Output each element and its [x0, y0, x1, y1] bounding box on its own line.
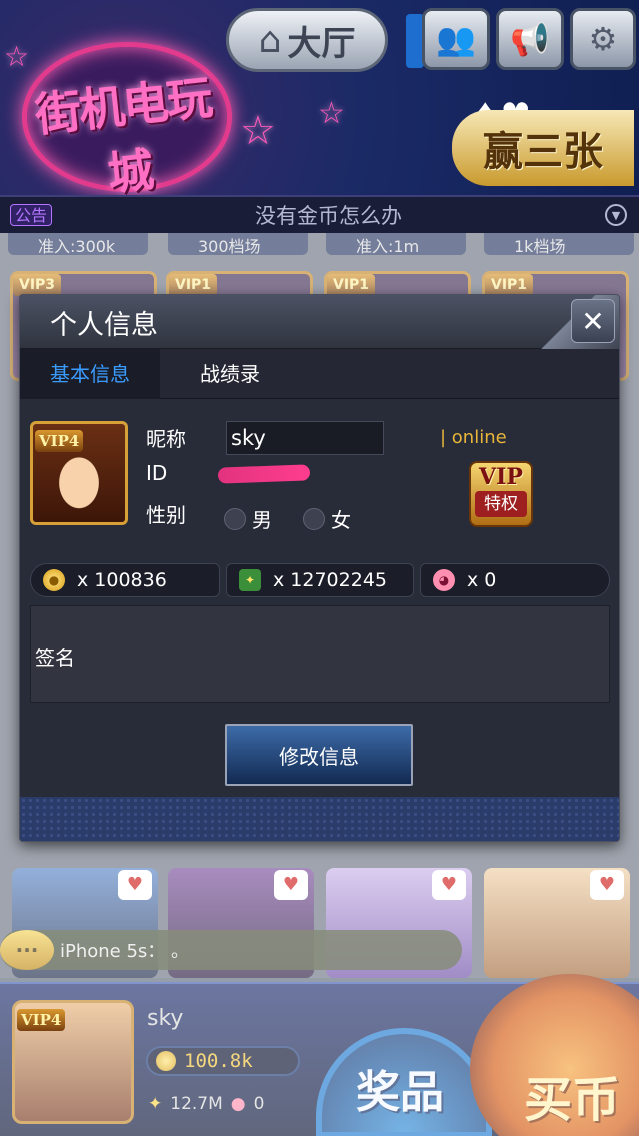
megaphone-icon: 📢	[510, 20, 550, 58]
gender-female-radio[interactable]: 女	[303, 504, 351, 533]
radio-dot	[303, 507, 325, 530]
star-icon: ☆	[318, 96, 345, 131]
piggy-balance: ◕ x 0	[420, 563, 610, 597]
gold-coin-icon: ●	[43, 569, 65, 591]
profile-dialog: 个人信息 ✕ 基本信息 战绩录 VIP4 昵称 sky ID 性别 男 女 | …	[19, 294, 620, 842]
dialog-title: 个人信息	[50, 310, 158, 341]
piggy-balance-value: x 0	[467, 569, 497, 591]
edit-info-label: 修改信息	[279, 744, 359, 769]
notice-tag: 公告	[10, 204, 53, 226]
profile-info: VIP4 昵称 sky ID 性别 男 女 | online VIP 特权	[20, 399, 619, 549]
ticket-balance: ✦ x 12702245	[226, 563, 414, 597]
notice-text: 没有金币怎么办	[255, 204, 402, 228]
lobby-button-label: 大厅	[287, 23, 356, 64]
game-mode-label: 赢三张	[483, 129, 603, 175]
vip-level-badge: VIP4	[17, 1009, 66, 1031]
ticket-icon: ✦	[239, 569, 261, 591]
vip-badge-title: VIP	[479, 464, 523, 490]
gender-male-radio[interactable]: 男	[224, 504, 272, 533]
game-logo-text: 街机电玩城	[32, 70, 214, 195]
gender-female-label: 女	[331, 508, 351, 532]
game-mode-banner[interactable]: 赢三张	[452, 110, 634, 186]
vip-level-badge: VIP4	[35, 430, 84, 452]
home-icon: ⌂	[258, 19, 282, 61]
close-icon: ✕	[581, 304, 605, 338]
nickname-label: 昵称	[146, 427, 186, 451]
tab-record[interactable]: 战绩录	[160, 349, 300, 399]
gold-balance: ● x 100836	[30, 563, 220, 597]
signature-field[interactable]: 签名	[30, 605, 610, 703]
id-label: ID	[146, 461, 168, 485]
signature-label: 签名	[35, 646, 75, 670]
ticket-balance-value: x 12702245	[273, 569, 387, 591]
lobby-button[interactable]: ⌂ 大厅	[226, 8, 388, 72]
dialog-footer	[20, 797, 619, 841]
gender-male-label: 男	[252, 508, 272, 532]
currency-row: ● x 100836 ✦ x 12702245 ◕ x 0	[30, 563, 610, 597]
chevron-down-icon[interactable]: ▼	[605, 204, 627, 226]
tab-basic-info[interactable]: 基本信息	[20, 349, 160, 399]
vip-privilege-button[interactable]: VIP 特权	[469, 461, 533, 527]
settings-button[interactable]: ⚙	[570, 8, 636, 70]
gold-balance-value: x 100836	[77, 569, 167, 591]
gender-label: 性别	[146, 503, 186, 527]
piggy-icon: ◕	[433, 569, 455, 591]
announce-button[interactable]: 📢	[496, 8, 564, 70]
top-banner: 街机电玩城 ☆ ☆ ☆ ⌂ 大厅 👥 📢 ⚙ ♠♥ 赢三张	[0, 0, 639, 195]
id-value-redacted	[217, 464, 311, 484]
online-status: | online	[440, 427, 507, 448]
radio-dot	[224, 507, 246, 530]
notice-bar[interactable]: 公告 没有金币怎么办 ▼	[0, 195, 639, 233]
star-icon: ☆	[240, 108, 276, 154]
star-icon: ☆	[4, 40, 30, 73]
gear-icon: ⚙	[588, 20, 618, 58]
edit-info-button[interactable]: 修改信息	[225, 724, 413, 786]
close-button[interactable]: ✕	[571, 299, 615, 343]
dialog-tabs: 基本信息 战绩录	[20, 349, 619, 399]
vip-badge-subtitle: 特权	[475, 491, 527, 517]
nickname-field[interactable]: sky	[226, 421, 384, 455]
avatar[interactable]: VIP4	[30, 421, 128, 525]
friends-icon: 👥	[436, 20, 476, 58]
friends-button[interactable]: 👥	[422, 8, 490, 70]
